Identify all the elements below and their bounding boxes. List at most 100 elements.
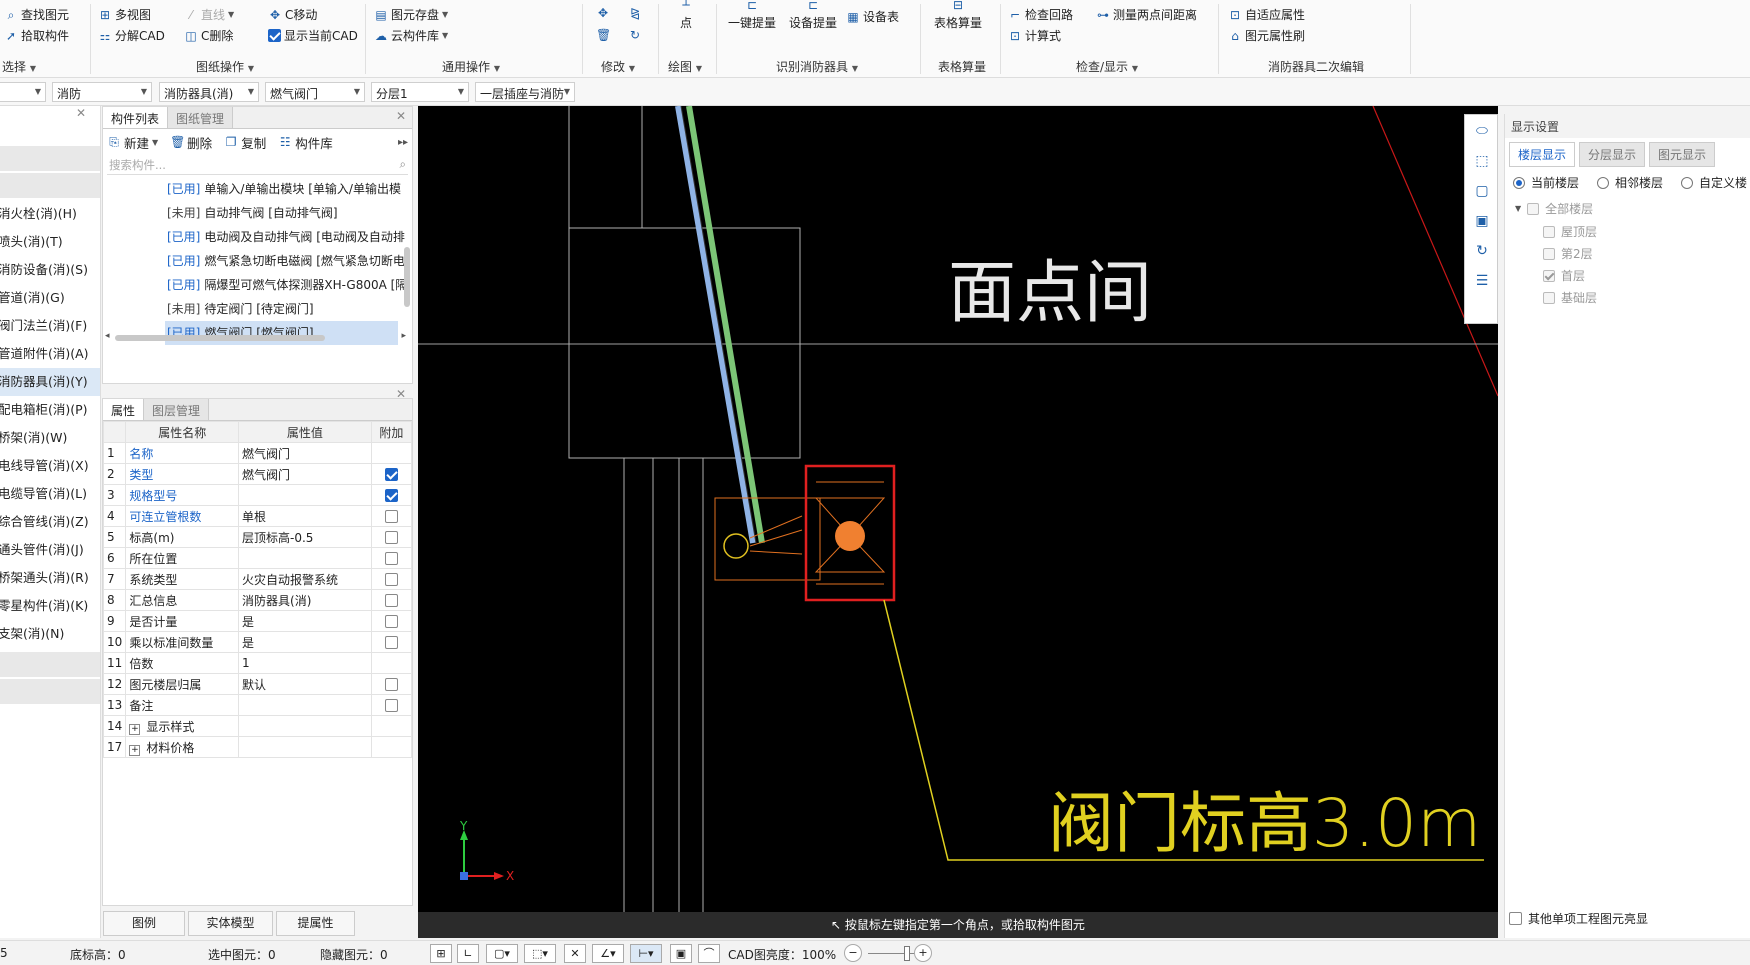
tab-element-display[interactable]: 图元显示 [1649,142,1716,167]
checkbox[interactable] [1509,912,1522,925]
close-icon[interactable]: ✕ [0,106,100,124]
table-row[interactable]: 5 标高(m) 层顶标高-0.5 [102,526,413,548]
cross-select-button[interactable]: ✕ [564,944,586,963]
general-ops-label[interactable]: 通用操作 ▼ [442,58,500,75]
c-move-button[interactable]: ✥ C移动 [268,6,317,23]
explode-cad-button[interactable]: ⚏ 分解CAD [98,27,165,44]
table-row[interactable]: 11 倍数 1 [102,652,413,674]
attach-checkbox[interactable] [384,636,398,649]
floor-select[interactable]: ▼ [0,82,46,102]
property-value[interactable] [238,484,372,506]
table-calc-button[interactable]: ⊟ 表格算量 [934,0,982,31]
box-view-button[interactable]: ▢ [1467,177,1497,205]
c-delete-button[interactable]: ◫ C删除 [184,27,233,44]
device-table-button[interactable]: ▦ 设备表 [846,8,899,25]
table-row[interactable]: 14 + 显示样式 [102,715,413,737]
layer-select[interactable]: 分层1 ▼ [371,82,469,102]
search-input[interactable]: 搜索构件... ⌕ [107,155,408,175]
table-row[interactable]: 1 名称 燃气阀门 [102,442,413,464]
sidebar-item[interactable]: 桥架(消)(W) [0,424,100,452]
rotate-view-button[interactable]: ↻ [1467,237,1497,265]
screen-capture-button[interactable]: ▣ [670,944,692,963]
property-value[interactable] [238,694,372,716]
sidebar-item[interactable]: 消防器具(消)(Y) [0,368,100,396]
table-row[interactable]: 9 是否计量 是 [102,610,413,632]
table-row[interactable]: 6 所在位置 [102,547,413,569]
check-display-label[interactable]: 检查/显示 ▼ [1076,58,1138,75]
show-current-cad-toggle[interactable]: 显示当前CAD [268,27,358,44]
sidebar-item[interactable]: 综合管线(消)(Z) [0,508,100,536]
draw-label[interactable]: 绘图 ▼ [668,58,702,75]
table-row[interactable]: 10 乘以标准间数量 是 [102,631,413,653]
one-click-extract-button[interactable]: ⊏ 一键提量 [728,0,776,31]
point-draw-button[interactable]: ┴ 点 [679,0,693,31]
table-row[interactable]: 12 图元楼层归属 默认 [102,673,413,695]
close-icon[interactable]: ✕ [390,107,412,128]
drawing-ops-label[interactable]: 图纸操作 ▼ [196,58,254,75]
copy-button[interactable]: ❐ 复制 [224,133,266,152]
radio-current-floor[interactable]: 当前楼层 [1513,174,1579,191]
sidebar-item[interactable]: 消防设备(消)(S) [0,256,100,284]
legend-button[interactable]: 图例 [103,911,185,936]
property-value[interactable] [238,715,372,737]
chevron-down-icon[interactable]: ▼ [1515,204,1521,213]
tab-layer-display[interactable]: 分层显示 [1579,142,1646,167]
library-button[interactable]: ☷ 构件库 [278,133,333,152]
cloud-library-button[interactable]: ☁ 云构件库 ▼ [374,27,448,44]
floor-checkbox[interactable] [1543,225,1555,238]
radio-button[interactable] [1681,176,1693,189]
property-value[interactable]: 火灾自动报警系统 [238,568,372,590]
vertical-scrollbar[interactable] [404,247,410,307]
recognize-label[interactable]: 识别消防器具 ▼ [776,58,858,75]
expand-icon[interactable]: + [129,723,141,735]
table-row[interactable]: 17 + 材料价格 [102,736,413,758]
list-item[interactable]: [未用] 自动排气阀 [自动排气阀] [103,201,412,225]
table-row[interactable]: 13 备注 [102,694,413,716]
snap-button[interactable]: ∟ [457,944,479,963]
list-item[interactable]: [未用] 待定阀门 [待定阀门] [103,297,412,321]
attach-checkbox[interactable] [384,615,398,628]
list-item[interactable]: [已用] 单输入/单输出模块 [单输入/单输出模 [103,177,412,201]
device-extract-button[interactable]: ⊏ 设备提量 [789,0,837,31]
radio-adjacent-floor[interactable]: 相邻楼层 [1597,174,1663,191]
sidebar-item[interactable]: 消火栓(消)(H) [0,200,100,228]
checkbox[interactable] [1527,202,1540,215]
property-value[interactable]: 单根 [238,505,372,527]
property-value[interactable]: 默认 [238,673,372,695]
mirror-tool-button[interactable]: ⧎ [628,6,642,20]
attach-checkbox[interactable] [384,531,398,544]
sidebar-item[interactable]: 电线导管(消)(X) [0,452,100,480]
placement-select[interactable]: 一层插座与消防 ▼ [475,82,575,102]
sidebar-item[interactable]: 管道附件(消)(A) [0,340,100,368]
floor-item[interactable]: 第2层 [1543,245,1593,262]
floor-checkbox[interactable] [1543,247,1555,260]
floor-item[interactable]: 屋顶层 [1543,223,1597,240]
list-item[interactable]: [已用] 隔爆型可燃气体探测器XH-G800A [隔 [103,273,412,297]
attach-checkbox[interactable] [384,678,398,691]
sidebar-item[interactable]: 管道(消)(G) [0,284,100,312]
ortho-button[interactable]: ⊞ [430,944,452,963]
floor-item[interactable]: 基础层 [1543,289,1597,306]
property-value[interactable]: 是 [238,631,372,653]
close-icon[interactable]: ✕ [390,385,412,403]
sidebar-item[interactable]: 桥架通头(消)(R) [0,564,100,592]
select-group-label[interactable]: 选择 ▼ [2,58,36,75]
zoom-out-button[interactable]: − [844,944,862,962]
straight-line-button[interactable]: ⁄ 直线 ▼ [184,6,234,23]
check-loop-button[interactable]: ⌐ 检查回路 [1008,6,1073,23]
radio-button[interactable] [1513,176,1525,189]
expand-icon[interactable]: + [129,744,141,756]
sidebar-item[interactable]: 支架(消)(N) [0,620,100,648]
pick-component-button[interactable]: ➚ 拾取构件 [4,27,69,44]
table-row[interactable]: 2 类型 燃气阀门 [102,463,413,485]
table-row[interactable]: 3 规格型号 [102,484,413,506]
element-save-button[interactable]: ▤ 图元存盘 ▼ [374,6,448,23]
floor-checkbox[interactable] [1543,291,1555,304]
adaptive-attr-button[interactable]: ⊡ 自适应属性 [1228,6,1305,23]
sidebar-item[interactable]: 喷头(消)(T) [0,228,100,256]
solid-model-button[interactable]: 实体模型 [188,911,273,936]
delete-button[interactable]: 🗑 删除 [170,133,212,152]
floor-item[interactable]: 首层 [1543,267,1585,284]
highlight-other-projects[interactable]: 其他单项工程图元亮显 [1509,910,1648,927]
attach-checkbox[interactable] [384,468,398,481]
